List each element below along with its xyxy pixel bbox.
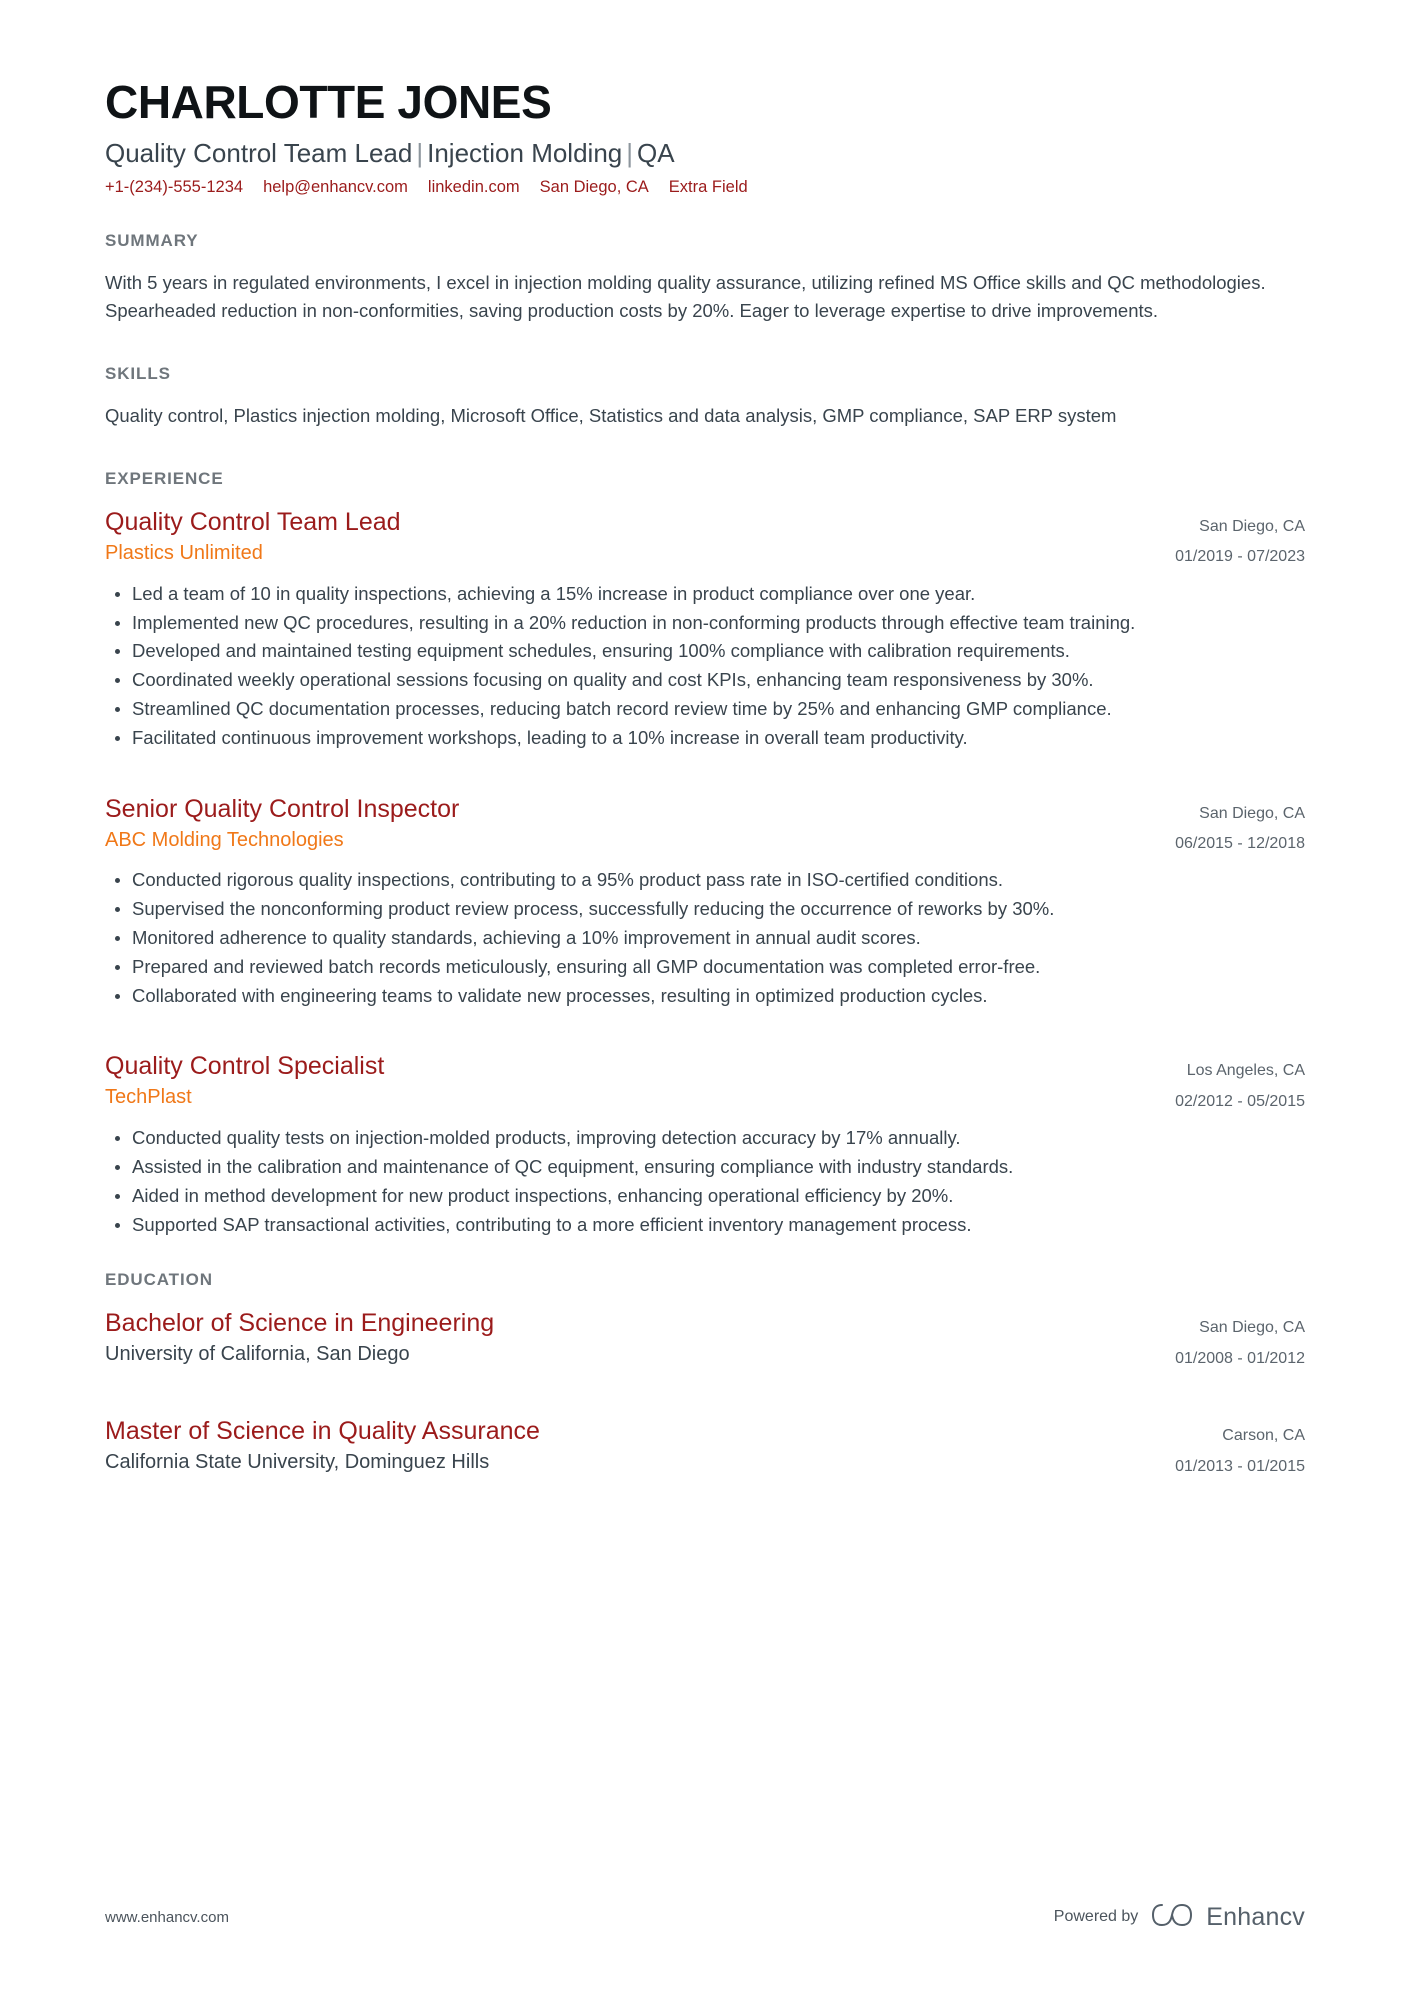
footer-brand: Powered by Enhancv xyxy=(1054,1901,1305,1933)
school-location: San Diego, CA xyxy=(1199,1319,1305,1337)
section-experience: EXPERIENCE Quality Control Team Lead Pla… xyxy=(105,469,1305,1239)
school-dates: 01/2013 - 01/2015 xyxy=(1175,1457,1305,1475)
education-entry-left: Bachelor of Science in Engineering Unive… xyxy=(105,1308,1151,1367)
education-entry: Bachelor of Science in Engineering Unive… xyxy=(105,1308,1305,1374)
job-dates: 02/2012 - 05/2015 xyxy=(1175,1092,1305,1110)
experience-entry-meta: San Diego, CA 06/2015 - 12/2018 xyxy=(1175,794,1305,860)
section-education: EDUCATION Bachelor of Science in Enginee… xyxy=(105,1270,1305,1482)
education-entry-meta: San Diego, CA 01/2008 - 01/2012 xyxy=(1175,1308,1305,1374)
education-entry-header: Master of Science in Quality Assurance C… xyxy=(105,1416,1305,1482)
section-title-experience: EXPERIENCE xyxy=(105,468,224,488)
contact-extra-field: Extra Field xyxy=(668,178,748,197)
job-location: San Diego, CA xyxy=(1199,517,1305,535)
enhancv-logo-icon xyxy=(1151,1901,1193,1933)
education-entry: Master of Science in Quality Assurance C… xyxy=(105,1416,1305,1482)
experience-entry-left: Quality Control Specialist TechPlast xyxy=(105,1051,1151,1110)
experience-entry: Senior Quality Control Inspector ABC Mol… xyxy=(105,794,1305,1010)
school-dates: 01/2008 - 01/2012 xyxy=(1175,1349,1305,1367)
contact-location: San Diego, CA xyxy=(539,178,649,197)
brand-name: Enhancv xyxy=(1206,1902,1305,1931)
experience-entry-header: Senior Quality Control Inspector ABC Mol… xyxy=(105,794,1305,860)
job-bullet: Led a team of 10 in quality inspections,… xyxy=(115,581,1305,608)
job-bullet: Conducted rigorous quality inspections, … xyxy=(115,867,1305,894)
summary-text: With 5 years in regulated environments, … xyxy=(105,272,1266,321)
job-bullets: Led a team of 10 in quality inspections,… xyxy=(105,581,1305,752)
contact-linkedin[interactable]: linkedin.com xyxy=(428,178,520,197)
section-title-skills: SKILLS xyxy=(105,363,171,383)
job-bullet: Supported SAP transactional activities, … xyxy=(115,1212,1305,1239)
job-title: Quality Control Team Lead xyxy=(105,507,401,536)
job-bullet: Collaborated with engineering teams to v… xyxy=(115,983,1305,1010)
headline-separator: | xyxy=(416,137,424,168)
candidate-headline: Quality Control Team Lead | Injection Mold… xyxy=(105,138,1305,170)
experience-entry-left: Senior Quality Control Inspector ABC Mol… xyxy=(105,794,1151,853)
resume-header: CHARLOTTE JONES Quality Control Team Lea… xyxy=(105,76,1305,197)
school-name: University of California, San Diego xyxy=(105,1343,410,1366)
experience-entry-header: Quality Control Team Lead Plastics Unlim… xyxy=(105,507,1305,573)
job-bullet: Facilitated continuous improvement works… xyxy=(115,725,1305,752)
experience-entry-header: Quality Control Specialist TechPlast Los… xyxy=(105,1051,1305,1117)
experience-entry-left: Quality Control Team Lead Plastics Unlim… xyxy=(105,507,1151,566)
experience-entry-meta: San Diego, CA 01/2019 - 07/2023 xyxy=(1175,507,1305,573)
job-bullet: Developed and maintained testing equipme… xyxy=(115,638,1305,665)
education-entry-header: Bachelor of Science in Engineering Unive… xyxy=(105,1308,1305,1374)
headline-part-0: Quality Control Team Lead xyxy=(105,137,413,168)
company-name: ABC Molding Technologies xyxy=(105,828,344,851)
job-bullets: Conducted quality tests on injection-mol… xyxy=(105,1125,1305,1238)
contact-phone[interactable]: +1-(234)-555-1234 xyxy=(105,178,243,197)
job-dates: 06/2015 - 12/2018 xyxy=(1175,835,1305,852)
company-name: Plastics Unlimited xyxy=(105,541,263,564)
experience-entry: Quality Control Specialist TechPlast Los… xyxy=(105,1051,1305,1238)
headline-part-2: QA xyxy=(637,137,675,168)
powered-by-label: Powered by xyxy=(1053,1908,1139,1925)
experience-entry-meta: Los Angeles, CA 02/2012 - 05/2015 xyxy=(1175,1051,1305,1117)
job-dates: 01/2019 - 07/2023 xyxy=(1175,548,1305,566)
page-footer: www.enhancv.com Powered by Enhancv xyxy=(105,1901,1305,1933)
job-bullet: Assisted in the calibration and maintena… xyxy=(115,1154,1305,1181)
school-name: California State University, Dominguez H… xyxy=(105,1451,490,1474)
job-location: San Diego, CA xyxy=(1199,804,1305,822)
degree-title: Master of Science in Quality Assurance xyxy=(105,1417,540,1446)
headline-part-1: Injection Molding xyxy=(427,137,623,168)
education-entry-meta: Carson, CA 01/2013 - 01/2015 xyxy=(1175,1416,1305,1482)
job-bullet: Implemented new QC procedures, resulting… xyxy=(115,610,1305,637)
job-location: Los Angeles, CA xyxy=(1186,1062,1305,1080)
company-name: TechPlast xyxy=(105,1086,192,1109)
job-bullet: Coordinated weekly operational sessions … xyxy=(115,667,1305,694)
experience-entry: Quality Control Team Lead Plastics Unlim… xyxy=(105,507,1305,752)
skills-text: Quality control, Plastics injection mold… xyxy=(105,404,1117,426)
section-skills: SKILLS Quality control, Plastics injecti… xyxy=(105,364,1305,429)
job-bullet: Supervised the nonconforming product rev… xyxy=(115,896,1305,923)
headline-separator: | xyxy=(626,137,634,168)
section-title-summary: SUMMARY xyxy=(105,231,199,251)
contact-email[interactable]: help@enhancv.com xyxy=(263,178,408,197)
section-summary: SUMMARY With 5 years in regulated enviro… xyxy=(105,231,1305,323)
degree-title: Bachelor of Science in Engineering xyxy=(105,1309,495,1338)
contact-row: +1-(234)-555-1234 help@enhancv.com linke… xyxy=(105,178,1305,197)
candidate-name: CHARLOTTE JONES xyxy=(105,76,552,128)
job-bullets: Conducted rigorous quality inspections, … xyxy=(105,867,1305,1009)
job-bullet: Aided in method development for new prod… xyxy=(115,1183,1305,1210)
job-bullet: Prepared and reviewed batch records meti… xyxy=(115,954,1305,981)
job-bullet: Monitored adherence to quality standards… xyxy=(115,925,1305,952)
job-title: Quality Control Specialist xyxy=(105,1052,385,1081)
section-title-education: EDUCATION xyxy=(105,1270,213,1290)
school-location: Carson, CA xyxy=(1222,1427,1305,1445)
footer-website[interactable]: www.enhancv.com xyxy=(105,1909,229,1926)
resume-page: CHARLOTTE JONES Quality Control Team Lea… xyxy=(0,0,1410,1995)
job-bullet: Streamlined QC documentation processes, … xyxy=(115,696,1305,723)
job-bullet: Conducted quality tests on injection-mol… xyxy=(115,1125,1305,1152)
education-entry-left: Master of Science in Quality Assurance C… xyxy=(105,1416,1151,1475)
job-title: Senior Quality Control Inspector xyxy=(105,794,460,823)
